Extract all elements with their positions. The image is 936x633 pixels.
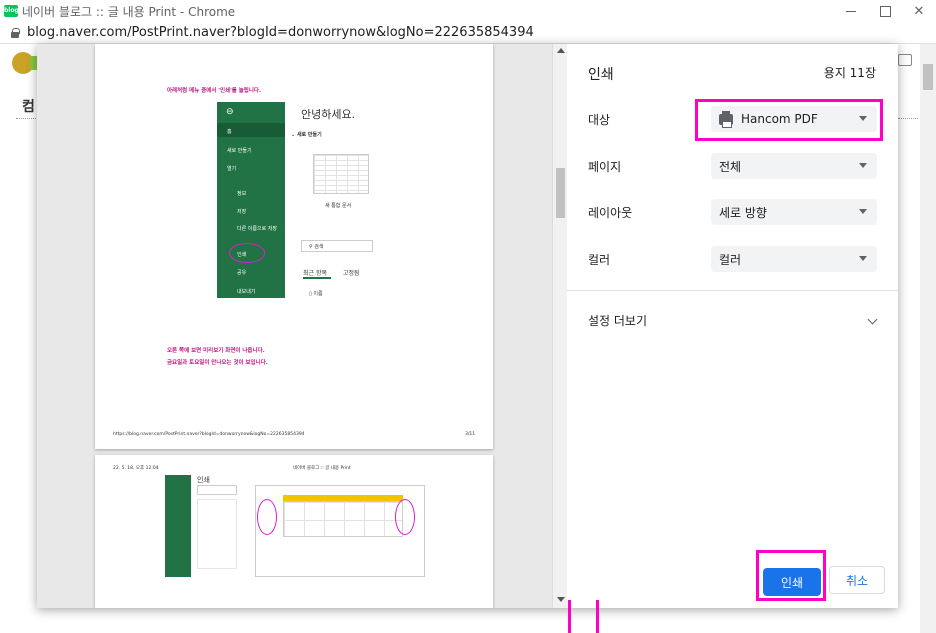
- excel-menu-open: 열기: [227, 166, 237, 172]
- lock-icon: [11, 27, 20, 38]
- layout-value: 세로 방향: [719, 205, 767, 220]
- dropdown-caret-icon: [859, 163, 867, 168]
- preview2-copies-box: [197, 485, 237, 495]
- preview2-excel-menu: [165, 475, 191, 577]
- excel-menu-share: 공유: [237, 270, 247, 276]
- preview2-print-title: 인쇄: [197, 476, 210, 484]
- print-circle-annotation: [229, 243, 265, 263]
- layout-label: 레이아웃: [588, 206, 633, 220]
- color-label: 컬러: [588, 253, 611, 267]
- excel-search-label: ⚲ 검색: [309, 243, 323, 250]
- destination-label: 대상: [588, 113, 611, 127]
- excel-menu-info: 정보: [237, 191, 247, 197]
- preview-note-bottom-2: 금요일과 토요일이 안나오는 것이 보입니다.: [167, 360, 268, 366]
- settings-divider: [567, 290, 898, 291]
- preview2-table-grid: [283, 501, 403, 537]
- naver-blog-icon: blog: [4, 5, 19, 17]
- blank-workbook-label: 새 통합 문서: [325, 203, 352, 209]
- scroll-up-arrow-icon[interactable]: [557, 48, 565, 53]
- close-button[interactable]: ✕: [902, 0, 936, 22]
- excel-recent-tab: 최근 항목: [303, 270, 327, 277]
- dropdown-caret-icon: [859, 209, 867, 214]
- excel-new-label: 새로 만들기: [296, 132, 322, 138]
- excel-hello-heading: 안녕하세요.: [301, 108, 356, 121]
- preview-scrollbar[interactable]: [552, 44, 567, 608]
- page-scrollbar[interactable]: [920, 44, 936, 633]
- background-divider-right: [898, 118, 918, 119]
- color-value: 컬러: [719, 252, 742, 267]
- excel-pinned-tab: 고정됨: [343, 270, 360, 277]
- preview-footer-page: 3/11: [465, 432, 476, 437]
- blank-workbook-thumbnail: [313, 154, 369, 194]
- dropdown-caret-icon: [859, 256, 867, 261]
- preview-note-top: 아래처럼 메뉴 중에서 '인쇄'를 눌립니다.: [167, 88, 262, 94]
- cancel-button[interactable]: 취소: [829, 566, 885, 594]
- page-scrollbar-thumb[interactable]: [923, 64, 933, 90]
- url-text[interactable]: blog.naver.com/PostPrint.naver?blogId=do…: [27, 25, 534, 40]
- window-title: 네이버 블로그 :: 글 내용 Print - Chrome: [22, 4, 236, 19]
- background-heading: 컴: [22, 99, 35, 115]
- window-controls: ✕: [834, 0, 936, 22]
- chevron-down-icon: [867, 314, 878, 325]
- excel-new-section: ⌄ 새로 만들기: [291, 131, 322, 138]
- preview2-header-title: 네이버 블로그 :: 글 내용 Print: [293, 466, 351, 471]
- pages-value: 전체: [719, 159, 742, 174]
- preview-page-2: 22. 5. 18. 오후 12:04 네이버 블로그 :: 글 내용 Prin…: [95, 455, 493, 608]
- preview-footer-url: https://blog.naver.com/PostPrint.naver?b…: [113, 432, 305, 437]
- scroll-down-arrow-icon[interactable]: [557, 597, 565, 602]
- background-divider: [16, 118, 36, 119]
- maximize-button[interactable]: [868, 0, 902, 22]
- excel-file-name: ▯ 이름: [309, 290, 323, 297]
- print-icon[interactable]: [898, 54, 912, 66]
- excel-menu-home: 홈: [227, 129, 232, 135]
- preview-note-bottom-1: 오른 쪽에 보면 미리보기 화면이 나옵니다.: [167, 348, 265, 354]
- excel-menu-save-as: 다른 이름으로 저장: [237, 226, 277, 232]
- address-bar[interactable]: blog.naver.com/PostPrint.naver?blogId=do…: [0, 22, 936, 44]
- title-bar: blog 네이버 블로그 :: 글 내용 Print - Chrome ✕: [0, 0, 936, 22]
- more-settings-label: 설정 더보기: [588, 314, 648, 328]
- print-preview[interactable]: 아래처럼 메뉴 중에서 '인쇄'를 눌립니다. ⊖ 홈 새로 만들기 열기 정보…: [37, 44, 567, 608]
- excel-menu-save: 저장: [237, 209, 247, 215]
- magenta-mark: [596, 600, 599, 633]
- pages-label: 페이지: [588, 160, 622, 174]
- print-dialog-title: 인쇄: [588, 67, 614, 83]
- preview2-circle-left: [257, 499, 277, 535]
- excel-menu-new: 새로 만들기: [227, 148, 252, 154]
- preview2-settings-list: [197, 499, 237, 569]
- print-button-highlight: [756, 550, 826, 601]
- preview2-circle-right: [395, 499, 415, 535]
- preview2-date: 22. 5. 18. 오후 12:04: [113, 466, 159, 471]
- minimize-button[interactable]: [834, 0, 868, 22]
- more-settings-toggle[interactable]: 설정 더보기: [588, 312, 878, 332]
- sheet-count: 용지 11장: [823, 66, 876, 80]
- excel-menu-export: 내보내기: [237, 289, 256, 295]
- magenta-mark: [568, 600, 571, 633]
- color-select[interactable]: 컬러: [711, 246, 877, 272]
- back-arrow-icon: ⊖: [226, 107, 234, 117]
- excel-recent-underline: [303, 277, 331, 279]
- excel-file-label: 이름: [313, 291, 323, 297]
- pages-select[interactable]: 전체: [711, 153, 877, 179]
- destination-highlight: [695, 99, 883, 141]
- preview-page-1: 아래처럼 메뉴 중에서 '인쇄'를 눌립니다. ⊖ 홈 새로 만들기 열기 정보…: [95, 44, 493, 449]
- layout-select[interactable]: 세로 방향: [711, 199, 877, 225]
- preview-scrollbar-thumb[interactable]: [556, 168, 565, 218]
- excel-search-text: 검색: [314, 244, 324, 250]
